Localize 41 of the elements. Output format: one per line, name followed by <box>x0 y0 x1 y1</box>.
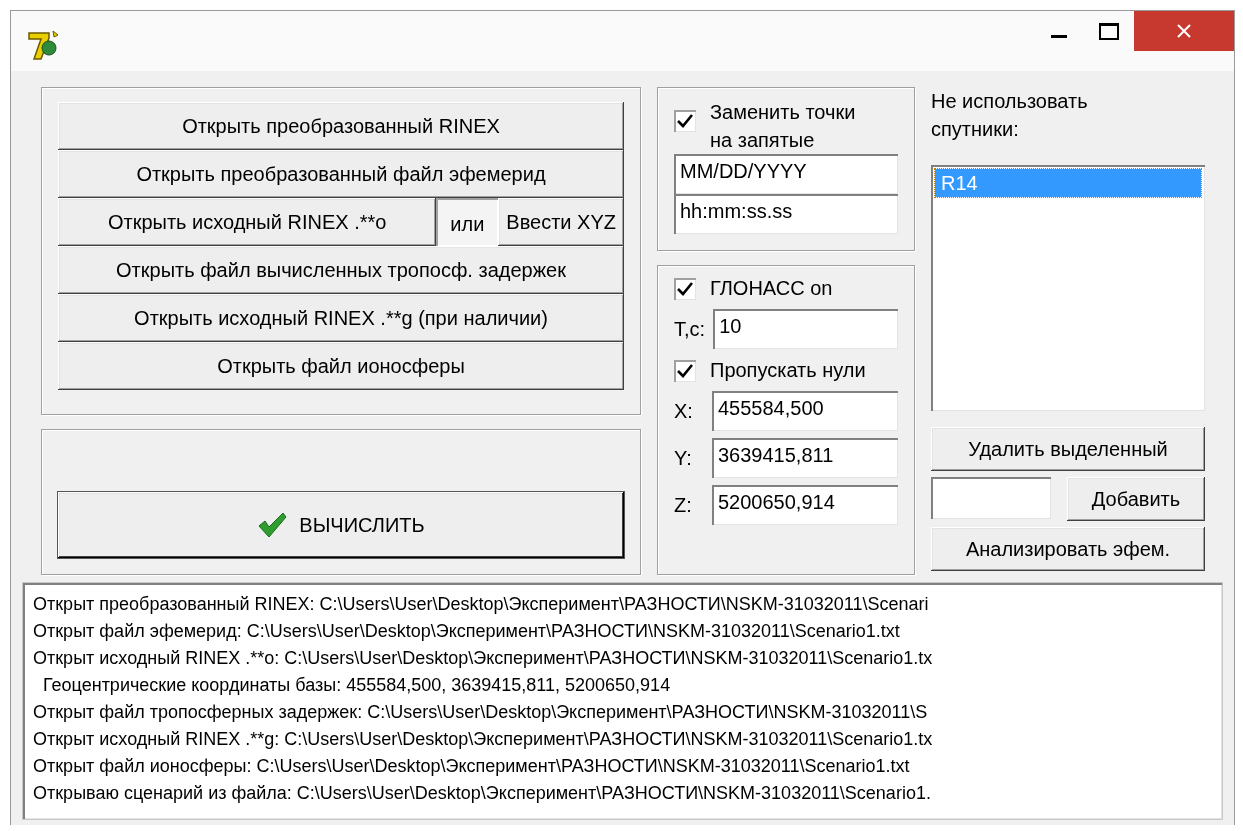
delete-selected-button[interactable]: Удалить выделенный <box>931 427 1205 471</box>
compute-button[interactable]: ВЫЧИСЛИТЬ <box>58 492 624 558</box>
log-line: Открываю сценарий из файла: C:\Users\User\Desktop\Эксперимент\РАЗНОСТИ\NSKM-31032011\Scenario1. <box>33 782 931 805</box>
log-line: Открыт файл ионосферы: C:\Users\User\Desktop\Эксперимент\РАЗНОСТИ\NSKM-31032011\Scenario1.txt <box>33 755 910 778</box>
log-line: Открыт файл эфемерид: C:\Users\User\Desktop\Эксперимент\РАЗНОСТИ\NSKM-31032011\Scenario1.txt <box>33 620 900 643</box>
satellite-input-field[interactable] <box>931 477 1051 519</box>
log-line: Открыт исходный RINEX .**o: C:\Users\User\Desktop\Эксперимент\РАЗНОСТИ\NSKM-31032011\Scenario1.tx <box>33 647 933 670</box>
coordinate-field[interactable]: 455584,500 <box>712 391 898 431</box>
checkbox[interactable] <box>674 360 696 382</box>
close-icon <box>1176 23 1192 39</box>
log-line: Открыт файл тропосферных задержек: C:\Users\User\Desktop\Эксперимент\РАЗНОСТИ\NSKM-31032011\S <box>33 701 928 724</box>
checkbox[interactable] <box>674 278 696 300</box>
analyze-ephemeris-button[interactable]: Анализировать эфем. <box>931 527 1205 571</box>
coordinate-field[interactable]: 3639415,811 <box>712 438 898 478</box>
log-line: Геоцентрические координаты базы: 455584,500, 3639415,811, 5200650,914 <box>42 674 671 697</box>
period-field[interactable]: 10 <box>713 309 898 349</box>
coordinate-label: Z: <box>674 493 693 517</box>
checkbox[interactable] <box>674 110 696 132</box>
checkmark-icon <box>257 512 288 538</box>
open-file-button[interactable]: Открыть файл ионосферы <box>58 342 624 390</box>
period-label: T,c: <box>674 317 706 341</box>
exclude-satellites-label: Не использовать спутники: <box>931 89 1089 142</box>
log-line: Открыт преобразованный RINEX: C:\Users\User\Desktop\Эксперимент\РАЗНОСТИ\NSKM-31032011\Scenari <box>33 593 929 616</box>
or-label: или <box>436 198 499 246</box>
open-file-button[interactable]: Открыть файл вычисленных тропосф. задержек <box>58 246 624 294</box>
checkbox-label: Пропускать нули <box>710 358 866 383</box>
checkbox-label: ГЛОНАСС on <box>710 276 833 301</box>
open-file-button[interactable]: Ввести XYZ <box>498 198 624 246</box>
open-file-button[interactable]: Открыть преобразованный RINEX <box>58 102 624 150</box>
coordinate-field[interactable]: 5200650,914 <box>712 485 898 525</box>
log-line: Открыт исходный RINEX .**g: C:\Users\User\Desktop\Эксперимент\РАЗНОСТИ\NSKM-31032011\Scenario1.tx <box>33 728 933 751</box>
open-file-button[interactable]: Открыть исходный RINEX .**g (при наличии) <box>58 294 624 342</box>
checkbox-label: Заменить точки на запятые <box>710 100 857 153</box>
open-file-button[interactable]: Открыть преобразованный файл эфемерид <box>58 150 624 198</box>
open-file-button[interactable]: Открыть исходный RINEX .**o <box>58 198 437 246</box>
app-icon <box>27 29 61 61</box>
add-button[interactable]: Добавить <box>1067 477 1205 521</box>
coordinate-label: Y: <box>674 446 693 470</box>
coordinate-label: X: <box>674 399 694 423</box>
time-field[interactable]: hh:mm:ss.ss <box>674 194 898 234</box>
date-field[interactable]: MM/DD/YYYY <box>674 154 898 194</box>
